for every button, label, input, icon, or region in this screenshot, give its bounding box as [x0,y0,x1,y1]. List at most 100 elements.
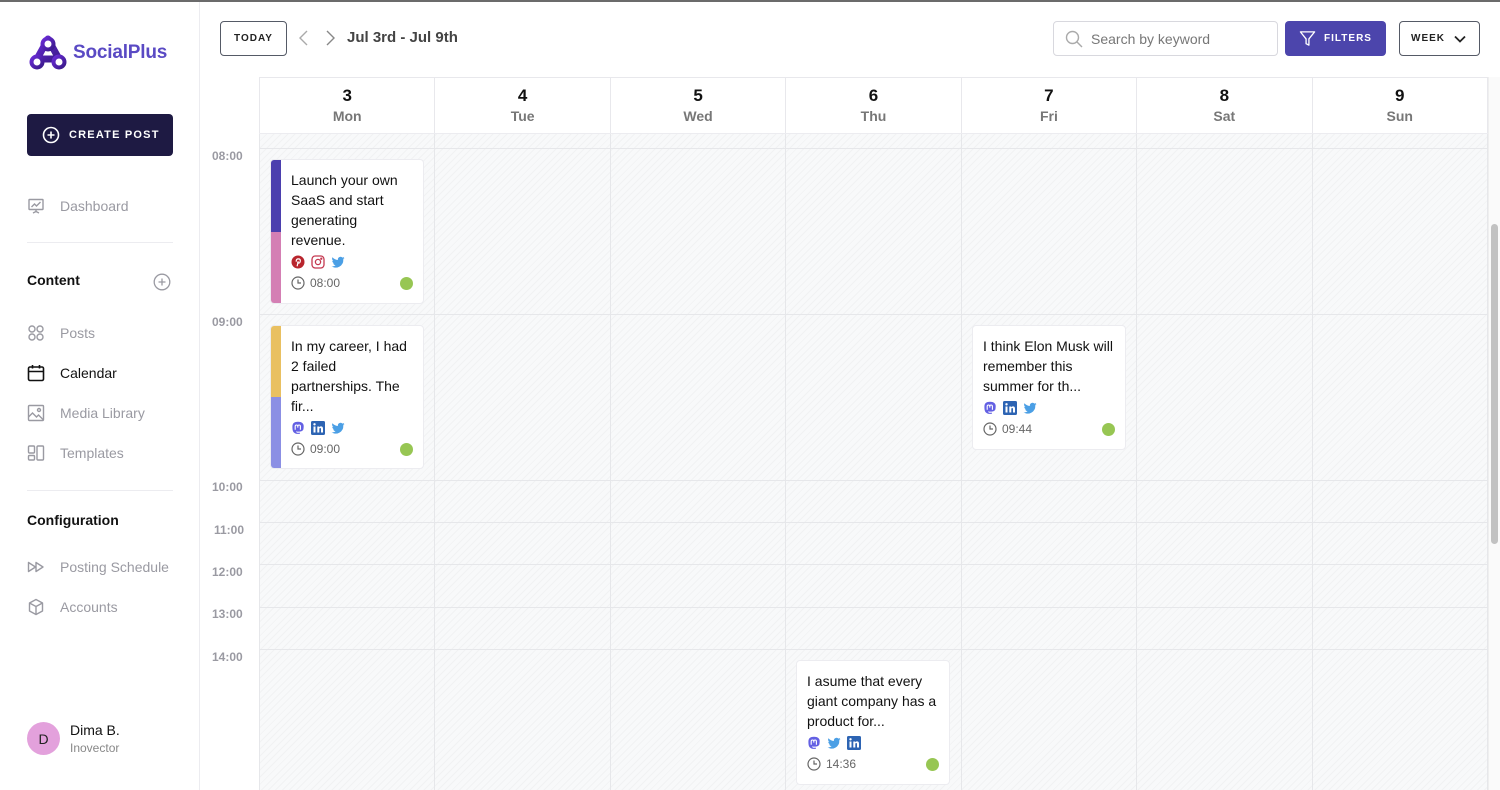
time-label: 14:00 [212,650,243,664]
templates-icon [27,445,45,461]
status-dot [400,276,413,290]
grid-column-line [961,134,962,790]
sidebar-item-label: Dashboard [60,198,129,214]
twitter-icon [1023,402,1037,414]
post-card[interactable]: I think Elon Musk will remember this sum… [972,325,1126,450]
search-icon [1065,30,1083,47]
time-label: 12:00 [212,565,243,579]
hour-line-13 [259,607,1488,608]
day-header-sat[interactable]: 8 Sat [1136,78,1311,133]
logo[interactable]: SocialPlus [29,35,167,71]
time-label: 08:00 [212,149,243,163]
create-post-button[interactable]: CREATE POST [27,114,173,156]
post-card[interactable]: In my career, I had 2 failed partnership… [270,325,424,469]
hour-line-11 [259,522,1488,523]
grid-column-line [1312,134,1313,790]
sidebar-item-dashboard[interactable]: Dashboard [27,197,129,215]
calendar-icon [27,365,45,382]
hour-line-10 [259,480,1488,481]
search-input[interactable] [1091,30,1261,47]
grid-icon [28,325,44,341]
post-networks [807,736,939,750]
search-box[interactable] [1053,21,1278,56]
configuration-section-title: Configuration [27,512,119,528]
today-button[interactable]: TODAY [220,21,287,56]
sidebar-item-accounts[interactable]: Accounts [27,598,118,616]
day-header-mon[interactable]: 3 Mon [259,78,434,133]
chevron-down-icon [1454,35,1466,43]
linkedin-icon [847,736,861,750]
calendar-header: 3 Mon 4 Tue 5 Wed 6 Thu 7 Fri 8 Sat 9 Sun [259,77,1488,133]
day-name: Mon [332,108,362,124]
user-profile[interactable]: D Dima B. Inovector [27,722,120,755]
clock-icon [983,422,997,436]
status-dot [400,442,413,456]
sidebar-item-posting-schedule[interactable]: Posting Schedule [27,558,169,576]
account-color-bar [271,160,281,303]
calendar-scrollbar[interactable] [1488,77,1500,790]
day-number: 5 [693,86,703,105]
view-select-value: WEEK [1411,33,1445,44]
presentation-chart-icon [28,198,44,214]
add-content-icon[interactable] [153,273,171,291]
sidebar-item-media-library[interactable]: Media Library [27,404,145,422]
day-header-tue[interactable]: 4 Tue [434,78,609,133]
post-networks [291,255,413,269]
day-name: Thu [860,108,887,124]
sidebar-item-templates[interactable]: Templates [27,444,124,462]
day-header-sun[interactable]: 9 Sun [1311,78,1488,133]
content-section-title: Content [27,272,80,288]
day-header-wed[interactable]: 5 Wed [609,78,785,133]
account-color-bar [271,326,281,468]
day-number: 8 [1219,86,1230,105]
sidebar-item-posts[interactable]: Posts [27,324,95,342]
post-time: 09:44 [1002,422,1033,436]
post-card[interactable]: I asume that every giant company has a p… [796,660,950,785]
sidebar-divider [27,490,173,491]
day-name: Tue [510,108,535,124]
cube-icon [28,598,44,616]
day-name: Sun [1386,108,1413,124]
day-header-fri[interactable]: 7 Fri [960,78,1136,133]
post-text: Launch your own SaaS and start generatin… [291,172,398,248]
twitter-icon [827,737,841,749]
grid-column-line [1136,134,1137,790]
clock-icon [291,276,305,290]
post-time: 08:00 [310,276,341,290]
day-header-thu[interactable]: 6 Thu [785,78,960,133]
clock-icon [807,757,821,771]
day-name: Fri [1039,108,1058,124]
hour-line-09 [259,314,1488,315]
next-week-icon[interactable] [321,29,339,47]
hour-line-12 [259,564,1488,565]
sidebar-item-label: Media Library [60,405,145,421]
filters-button[interactable]: FILTERS [1285,21,1386,56]
grid-column-line [434,134,435,790]
hour-line-14 [259,649,1488,650]
day-number: 4 [517,86,528,105]
post-text: I think Elon Musk will remember this sum… [983,338,1113,394]
day-number: 3 [342,86,352,105]
user-name: Dima B. [70,722,120,738]
post-card[interactable]: Launch your own SaaS and start generatin… [270,159,424,304]
time-label: 09:00 [212,315,243,329]
sidebar-divider [27,242,173,243]
date-range-label: Jul 3rd - Jul 9th [347,29,458,46]
view-select[interactable]: WEEK [1399,21,1480,56]
mastodon-icon [984,401,996,414]
calendar-grid[interactable]: Launch your own SaaS and start generatin… [259,133,1488,790]
sidebar-item-label: Accounts [60,599,118,615]
grid-column-line [259,134,260,790]
status-dot [926,757,939,771]
linkedin-icon [311,421,325,435]
sidebar: SocialPlus CREATE POST Dashboard Content… [0,2,200,790]
hour-line-08 [259,148,1488,149]
sidebar-item-label: Posting Schedule [60,559,169,575]
scrollbar-thumb[interactable] [1491,224,1498,544]
sidebar-item-calendar[interactable]: Calendar [27,364,117,382]
fast-forward-icon [27,561,44,573]
week-calendar: 3 Mon 4 Tue 5 Wed 6 Thu 7 Fri 8 Sat 9 Sun Launc… [259,77,1488,790]
plus-circle-icon [42,126,60,144]
user-organization: Inovector [70,741,120,755]
previous-week-icon[interactable] [295,29,313,47]
